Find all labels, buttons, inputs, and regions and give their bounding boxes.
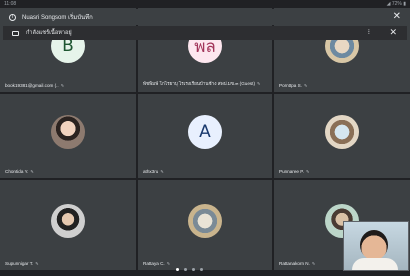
- page-dot[interactable]: [192, 268, 195, 271]
- mic-off-icon: ✎: [35, 261, 39, 266]
- close-icon[interactable]: ✕: [389, 27, 397, 38]
- page-dot[interactable]: [176, 268, 179, 271]
- mic-off-icon: ✎: [160, 169, 164, 174]
- participant-name: book19381@gmail.com (.. ✎: [5, 83, 65, 88]
- status-time: 11:08: [4, 1, 17, 7]
- presenting-bar: กำลังแชร์เนื้อหาอยู่ ⁝ ✕: [3, 26, 407, 40]
- mic-off-icon: ✎: [303, 83, 308, 88]
- close-icon[interactable]: ✕: [393, 11, 401, 22]
- mic-off-icon: ✎: [166, 261, 171, 266]
- page-indicator[interactable]: [176, 268, 203, 271]
- participant-tile[interactable]: Chontida Y. ✎: [0, 94, 136, 178]
- participant-tile[interactable]: Punnaree P. ✎: [274, 94, 410, 178]
- self-shirt: [352, 258, 398, 270]
- participant-name: Rattanakorn N. ✎: [279, 261, 316, 266]
- toast-message: Nuasri Songsom เริ่มบันทึก: [22, 15, 93, 21]
- presenting-label: กำลังแชร์เนื้อหาอยู่: [26, 30, 72, 36]
- participant-tile[interactable]: Supunnigar T. ✎: [0, 180, 136, 270]
- mic-off-icon: ✎: [60, 83, 65, 88]
- recording-toast: i Nuasri Songsom เริ่มบันทึก ✕: [3, 9, 407, 25]
- avatar: [188, 204, 222, 238]
- avatar: A: [188, 115, 222, 149]
- screen-share-icon: [12, 30, 19, 36]
- participant-name: Punnaree P. ✎: [279, 169, 310, 174]
- mic-off-icon: ✎: [305, 169, 310, 174]
- status-bar: 11:08 ◢ 72% ▮: [0, 0, 410, 8]
- avatar: [325, 115, 359, 149]
- participant-name: Chontida Y. ✎: [5, 169, 34, 174]
- participant-name: Pornttpa S. ✎: [279, 83, 308, 88]
- mic-off-icon: ✎: [256, 81, 261, 86]
- participant-tile[interactable]: A athx3ru ✎: [138, 94, 272, 178]
- mic-off-icon: ✎: [30, 169, 34, 174]
- avatar: [51, 115, 85, 149]
- participant-name: พัชพิมพ์ โกไรยาบุ ไรเรงเรียนบ้านช้าง สพป…: [143, 81, 261, 86]
- status-system-icons: ◢ 72% ▮: [386, 1, 406, 7]
- participant-name: Rattaya C. ✎: [143, 261, 171, 266]
- info-icon: i: [9, 13, 16, 21]
- avatar: [51, 204, 85, 238]
- page-dot[interactable]: [184, 268, 187, 271]
- self-view[interactable]: [343, 221, 409, 271]
- participant-name: Supunnigar T. ✎: [5, 261, 39, 266]
- page-dot[interactable]: [200, 268, 203, 271]
- self-head: [360, 230, 388, 260]
- more-options-icon[interactable]: ⁝: [368, 28, 370, 36]
- mic-off-icon: ✎: [311, 261, 316, 266]
- participant-tile[interactable]: Rattaya C. ✎: [138, 180, 272, 270]
- participant-name: athx3ru ✎: [143, 169, 164, 174]
